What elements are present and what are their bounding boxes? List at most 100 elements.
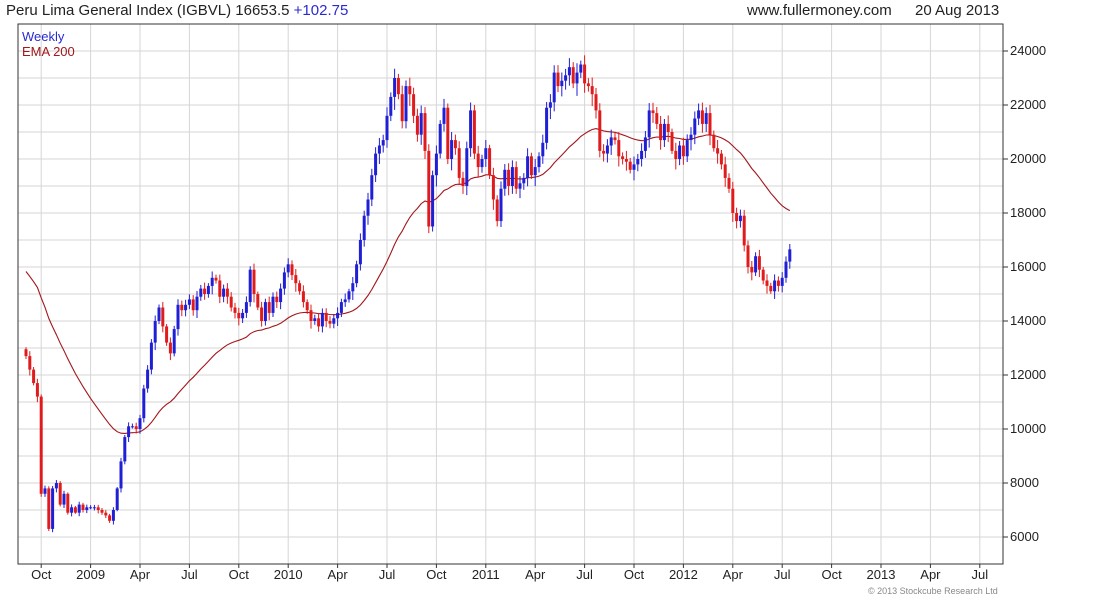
candle-up: [244, 302, 248, 313]
candle-down: [108, 515, 112, 521]
candle-down: [305, 302, 309, 311]
candle-down: [507, 169, 511, 186]
candle-up: [195, 296, 199, 311]
candle-up: [130, 426, 134, 428]
y-tick-label: 16000: [1010, 259, 1046, 274]
candle-up: [127, 426, 131, 438]
candle-down: [427, 150, 431, 227]
candle-down: [457, 148, 461, 178]
candle-down: [735, 213, 739, 222]
candle-up: [438, 123, 442, 154]
candle-down: [476, 153, 480, 168]
candle-down: [237, 312, 241, 319]
candle-up: [263, 302, 267, 321]
candle-up: [62, 493, 66, 505]
candle-up: [222, 288, 226, 297]
candle-up: [647, 110, 651, 138]
candle-down: [670, 132, 674, 151]
candle-up: [176, 304, 180, 330]
candle-up: [210, 277, 214, 286]
candle-down: [594, 94, 598, 111]
x-tick-label: Jul: [774, 567, 791, 582]
candle-up: [697, 110, 701, 119]
candle-up: [89, 507, 93, 509]
candle-up: [643, 137, 647, 151]
candle-down: [556, 72, 560, 87]
candle-down: [453, 140, 457, 149]
candle-up: [142, 388, 146, 419]
candle-up: [320, 312, 324, 327]
candle-up: [153, 321, 157, 343]
candle-down: [757, 256, 761, 270]
candle-up: [54, 483, 58, 489]
candle-up: [636, 159, 640, 165]
candle-down: [761, 269, 765, 281]
candle-down: [415, 115, 419, 135]
x-tick-label: Oct: [229, 567, 250, 582]
x-tick-label: Jul: [971, 567, 988, 582]
candle-up: [206, 285, 210, 294]
candle-up: [351, 283, 355, 292]
candle-up: [358, 240, 362, 265]
candle-up: [564, 75, 568, 81]
candle-down: [256, 294, 260, 308]
candle-down: [47, 488, 51, 529]
candle-down: [624, 159, 628, 162]
candle-down: [746, 245, 750, 267]
candle-down: [590, 86, 594, 95]
candle-down: [24, 349, 28, 357]
candle-down: [396, 78, 400, 95]
candle-down: [298, 283, 302, 292]
candle-up: [146, 369, 150, 389]
candle-up: [157, 307, 161, 321]
x-tick-label: Jul: [379, 567, 396, 582]
x-tick-label: Apr: [920, 567, 941, 582]
legend-weekly: Weekly: [22, 29, 65, 44]
candle-down: [651, 110, 655, 114]
candle-up: [332, 318, 336, 324]
candle-down: [328, 321, 332, 324]
candle-down: [32, 369, 36, 384]
candle-up: [499, 188, 503, 222]
candle-up: [85, 507, 89, 510]
y-tick-label: 18000: [1010, 205, 1046, 220]
candle-down: [96, 507, 100, 510]
candle-up: [738, 215, 742, 222]
candle-up: [115, 488, 119, 510]
candle-down: [488, 148, 492, 176]
candle-down: [260, 307, 264, 321]
candle-down: [168, 342, 172, 354]
candle-down: [39, 396, 43, 494]
candle-down: [165, 326, 169, 343]
candle-up: [579, 64, 583, 73]
candle-up: [788, 249, 792, 262]
candle-down: [446, 107, 450, 159]
x-tick-label: 2009: [76, 567, 105, 582]
candle-down: [218, 280, 222, 297]
candle-down: [225, 288, 229, 297]
y-axis-ticks: 6000 8000 10000 12000 14000 16000 18000 20000 22…: [1003, 43, 1046, 544]
candle-up: [385, 115, 389, 141]
candle-down: [134, 426, 138, 429]
candle-up: [92, 507, 96, 509]
candle-up: [313, 318, 317, 321]
candle-up: [450, 140, 454, 159]
x-tick-label: Apr: [525, 567, 546, 582]
candle-up: [184, 304, 188, 311]
x-tick-label: Oct: [31, 567, 52, 582]
candle-down: [400, 94, 404, 122]
candle-down: [666, 123, 670, 132]
y-tick-label: 6000: [1010, 529, 1039, 544]
candle-down: [191, 299, 195, 311]
x-tick-label: 2012: [669, 567, 698, 582]
candle-down: [35, 383, 39, 397]
candle-up: [248, 269, 252, 303]
candle-down: [423, 113, 427, 151]
candle-down: [317, 318, 321, 327]
candle-up: [77, 504, 81, 513]
candle-up: [522, 177, 526, 184]
candle-up: [503, 169, 507, 189]
candle-down: [602, 150, 606, 154]
candle-up: [336, 312, 340, 319]
candle-up: [442, 107, 446, 124]
